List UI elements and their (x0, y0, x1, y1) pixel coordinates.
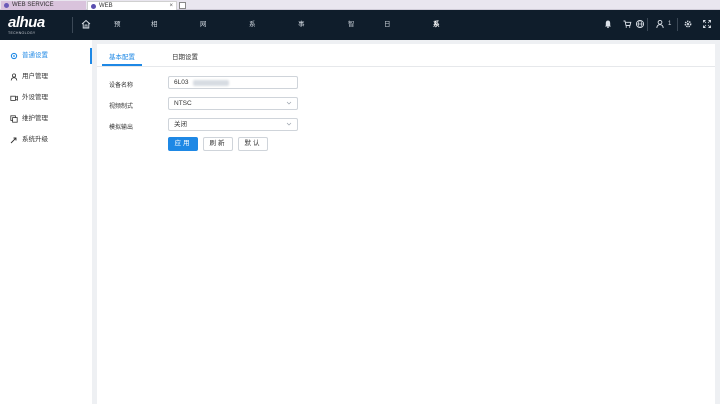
sidebar-item-peripheral-management[interactable]: 外设管理 (0, 88, 92, 108)
bell-icon[interactable] (603, 19, 613, 29)
peripheral-icon (10, 95, 18, 101)
nav-divider (72, 17, 73, 33)
device-name-value: 6L03 (174, 79, 189, 86)
sidebar-item-label: 外设管理 (22, 94, 48, 101)
device-name-input[interactable]: 6L03 (168, 76, 298, 89)
sidebar-item-maintenance[interactable]: 维护管理 (0, 109, 92, 129)
sidebar-item-label: 维护管理 (22, 115, 48, 122)
browser-tab-label: WEB (99, 3, 113, 9)
analog-output-select[interactable]: 关闭 (168, 118, 298, 131)
upgrade-icon (10, 137, 17, 144)
brand-logo: alhua TECHNOLOGY (8, 15, 45, 35)
logo-text: alhua (8, 14, 45, 31)
home-icon[interactable] (80, 18, 92, 30)
browser-tab-web-service[interactable]: WEB SERVICE (1, 1, 86, 10)
browser-tab-strip: WEB SERVICE WEB × (0, 0, 720, 10)
tab-date-settings[interactable]: 日期设置 (167, 44, 203, 66)
user-icon (10, 73, 18, 81)
nav-divider (647, 18, 648, 31)
device-name-label: 设备名称 (109, 83, 134, 89)
favicon-icon (4, 3, 9, 8)
browser-tab-label: WEB SERVICE (12, 2, 54, 8)
chevron-down-icon (286, 122, 292, 126)
sidebar-item-user-management[interactable]: 用户管理 (0, 67, 92, 87)
default-button[interactable]: 默认 (238, 137, 268, 151)
gear-icon[interactable] (683, 19, 693, 29)
top-navigation: alhua TECHNOLOGY 预览 相机设置 网络设置 系统信息 事件管理 … (0, 10, 720, 118)
main-panel: 基本配置 日期设置 设备名称 6L03 视频制式 NTSC 模拟输出 关闭 应用… (97, 44, 715, 404)
tab-basic-config[interactable]: 基本配置 (102, 44, 142, 66)
chevron-down-icon (286, 101, 292, 105)
logo-subtext: TECHNOLOGY (8, 31, 36, 35)
new-tab-button[interactable] (179, 2, 186, 9)
sidebar-item-label: 系统升级 (22, 136, 48, 143)
settings-icon (10, 52, 18, 60)
sub-tabs: 基本配置 日期设置 (97, 44, 715, 66)
user-count: 1 (668, 21, 672, 27)
cart-icon[interactable] (622, 19, 632, 29)
analog-output-label: 模拟输出 (109, 125, 134, 131)
tab-divider (97, 66, 715, 67)
video-standard-select[interactable]: NTSC (168, 97, 298, 110)
refresh-button[interactable]: 刷新 (203, 137, 233, 151)
apply-button[interactable]: 应用 (168, 137, 198, 151)
video-standard-label: 视频制式 (109, 104, 134, 110)
maintenance-icon (10, 115, 18, 123)
redacted-text (193, 80, 229, 86)
sidebar-item-system-upgrade[interactable]: 系统升级 (0, 130, 92, 150)
nav-divider (677, 18, 678, 31)
sidebar-item-label: 普通设置 (22, 52, 48, 59)
fullscreen-icon[interactable] (702, 19, 712, 29)
sidebar: 普通设置 用户管理 外设管理 维护管理 系统升级 (0, 40, 92, 404)
globe-icon[interactable] (635, 19, 645, 29)
browser-tab-web[interactable]: WEB × (87, 1, 177, 10)
user-icon[interactable] (655, 19, 665, 29)
favicon-icon (91, 4, 96, 9)
analog-output-value: 关闭 (174, 121, 187, 128)
sidebar-item-general-settings[interactable]: 普通设置 (0, 46, 92, 66)
sidebar-item-label: 用户管理 (22, 73, 48, 80)
video-standard-value: NTSC (174, 100, 192, 107)
